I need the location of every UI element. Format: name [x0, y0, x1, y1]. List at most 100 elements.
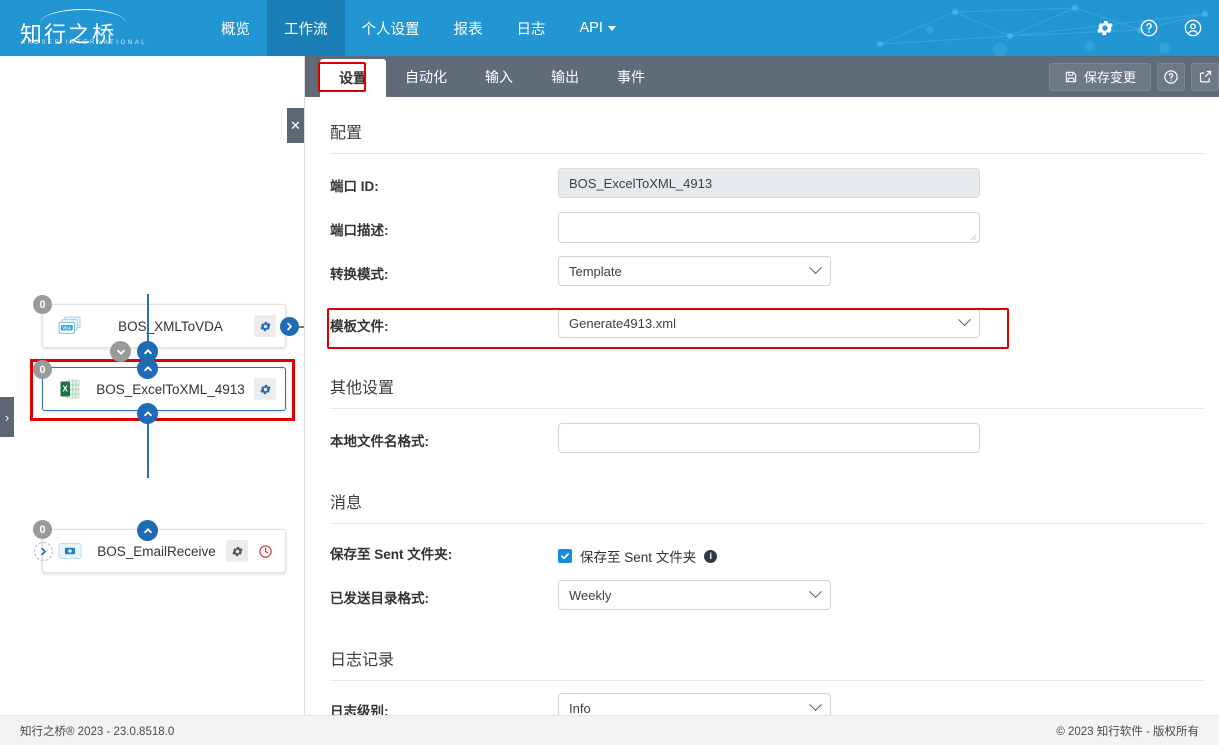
chevron-up-icon: [143, 347, 153, 357]
save-changes-label: 保存变更: [1084, 67, 1136, 86]
chevron-down-icon: [958, 313, 971, 326]
nav-item-logs[interactable]: 日志: [500, 0, 563, 56]
info-icon[interactable]: i: [704, 550, 717, 563]
section-divider: [330, 408, 1205, 409]
sent-directory-format-field-wrap: Weekly: [558, 576, 1205, 610]
nav-label: 报表: [454, 18, 483, 39]
tab-label: 输入: [485, 67, 513, 87]
node-settings-button[interactable]: [254, 378, 276, 400]
log-level-select[interactable]: Info: [558, 693, 831, 715]
excel-file-icon: X: [53, 378, 87, 400]
node-count-badge: 0: [33, 520, 52, 539]
sent-directory-format-select[interactable]: Weekly: [558, 580, 831, 610]
node-collapse-down-button[interactable]: [110, 341, 131, 362]
port-description-field-wrap: [558, 208, 1205, 243]
tab-input[interactable]: 输入: [466, 56, 532, 97]
gear-icon: [231, 545, 244, 558]
user-circle-icon[interactable]: [1183, 18, 1203, 38]
gear-icon: [259, 320, 272, 333]
vda-document-stack-icon: VDA: [53, 316, 87, 336]
node-output-up-button[interactable]: [137, 358, 158, 379]
tab-automation[interactable]: 自动化: [386, 56, 466, 97]
nav-label: 个人设置: [362, 18, 420, 39]
footer-version-text: 知行之桥® 2023 - 23.0.8518.0: [20, 723, 174, 739]
node-label: BOS_EmailReceive: [87, 544, 226, 559]
email-icon: [53, 542, 87, 560]
workflow-node-bos-exceltoxml-4913[interactable]: X BOS_ExcelToXML_4913: [42, 367, 286, 411]
save-to-sent-label: 保存至 Sent 文件夹:: [330, 532, 558, 563]
log-level-label: 日志级别:: [330, 689, 558, 715]
port-id-input[interactable]: BOS_ExcelToXML_4913: [558, 168, 980, 198]
node-count-badge: 0: [33, 295, 52, 314]
close-icon: ✕: [290, 118, 301, 134]
convert-mode-field-wrap: Template: [558, 252, 1205, 286]
section-message: 消息 保存至 Sent 文件夹: 保存至 Sent 文件夹 i 已发送目录格式:: [306, 489, 1219, 620]
convert-mode-select[interactable]: Template: [558, 256, 831, 286]
settings-panel: 配置 端口 ID: BOS_ExcelToXML_4913 端口描述: 转换模式…: [306, 97, 1219, 715]
tab-label: 事件: [617, 67, 645, 87]
node-settings-button[interactable]: [226, 540, 248, 562]
tab-events[interactable]: 事件: [598, 56, 664, 97]
nav-label: 日志: [517, 18, 546, 39]
node-input-arrow-button[interactable]: [34, 542, 53, 561]
save-to-sent-checkbox[interactable]: [558, 549, 572, 563]
gear-icon: [259, 383, 272, 396]
svg-text:X: X: [63, 384, 69, 393]
nav-item-workflow[interactable]: 工作流: [267, 0, 345, 56]
svg-text:VDA: VDA: [62, 326, 71, 331]
port-description-textarea[interactable]: [558, 212, 980, 243]
sent-directory-format-label: 已发送目录格式:: [330, 576, 558, 607]
help-circle-icon[interactable]: [1139, 18, 1159, 38]
nav-item-reports[interactable]: 报表: [437, 0, 500, 56]
node-label: BOS_ExcelToXML_4913: [87, 382, 254, 397]
section-divider: [330, 680, 1205, 681]
chevron-up-icon: [143, 409, 153, 419]
node-output-arrow-button[interactable]: [280, 317, 299, 336]
local-filename-input[interactable]: [558, 423, 980, 453]
nav-item-api[interactable]: API: [563, 0, 633, 56]
header-icon-group: [1095, 0, 1203, 56]
canvas-close-button[interactable]: ✕: [287, 108, 304, 143]
template-file-label: 模板文件:: [330, 304, 558, 335]
save-changes-button[interactable]: 保存变更: [1049, 63, 1151, 91]
template-file-select[interactable]: Generate4913.xml: [558, 308, 980, 338]
field-row-convert-mode: 转换模式: Template: [330, 252, 1205, 296]
chevron-right-icon: [285, 322, 294, 331]
gear-icon[interactable]: [1095, 18, 1115, 38]
nav-label: API: [580, 20, 603, 36]
save-to-sent-field-wrap: 保存至 Sent 文件夹 i: [558, 532, 1205, 566]
app-logo[interactable]: 知行之桥 ARCSER INTERNATIONAL: [18, 6, 138, 50]
convert-mode-label: 转换模式:: [330, 252, 558, 283]
canvas-expand-button[interactable]: ›: [0, 397, 14, 437]
chevron-up-icon: [143, 526, 153, 536]
field-row-port-id: 端口 ID: BOS_ExcelToXML_4913: [330, 164, 1205, 208]
node-output-up-button[interactable]: [137, 520, 158, 541]
chevron-right-icon: [39, 547, 48, 556]
tab-label: 输出: [551, 67, 579, 87]
tab-output[interactable]: 输出: [532, 56, 598, 97]
workflow-node-bos-emailreceive[interactable]: BOS_EmailReceive: [42, 529, 286, 573]
connector-email-to-excel: [147, 418, 149, 478]
node-actions: [254, 315, 276, 337]
field-row-template-file: 模板文件: Generate4913.xml: [330, 304, 1205, 348]
help-button[interactable]: [1157, 63, 1185, 91]
port-id-label: 端口 ID:: [330, 164, 558, 195]
nav-item-overview[interactable]: 概览: [204, 0, 267, 56]
popout-button[interactable]: [1191, 63, 1219, 91]
port-tabbar: 设置 自动化 输入 输出 事件 保存变更: [305, 56, 1219, 97]
node-settings-button[interactable]: [254, 315, 276, 337]
workflow-node-bos-xmltovda[interactable]: VDA BOS_XMLToVDA: [42, 304, 286, 348]
node-input-up-button[interactable]: [137, 403, 158, 424]
resize-grip-icon: [968, 232, 977, 241]
section-divider: [330, 523, 1205, 524]
node-schedule-button[interactable]: [254, 540, 276, 562]
tab-label: 设置: [339, 68, 367, 88]
node-count-value: 0: [39, 524, 45, 536]
nav-item-personal-settings[interactable]: 个人设置: [345, 0, 437, 56]
tab-settings[interactable]: 设置: [320, 59, 386, 97]
local-filename-field-wrap: [558, 419, 1205, 453]
output-connector-stub: [299, 326, 305, 328]
save-to-sent-checkbox-row: 保存至 Sent 文件夹 i: [558, 536, 1205, 566]
section-divider: [330, 153, 1205, 154]
footer-copyright-text: © 2023 知行软件 - 版权所有: [1056, 723, 1199, 739]
